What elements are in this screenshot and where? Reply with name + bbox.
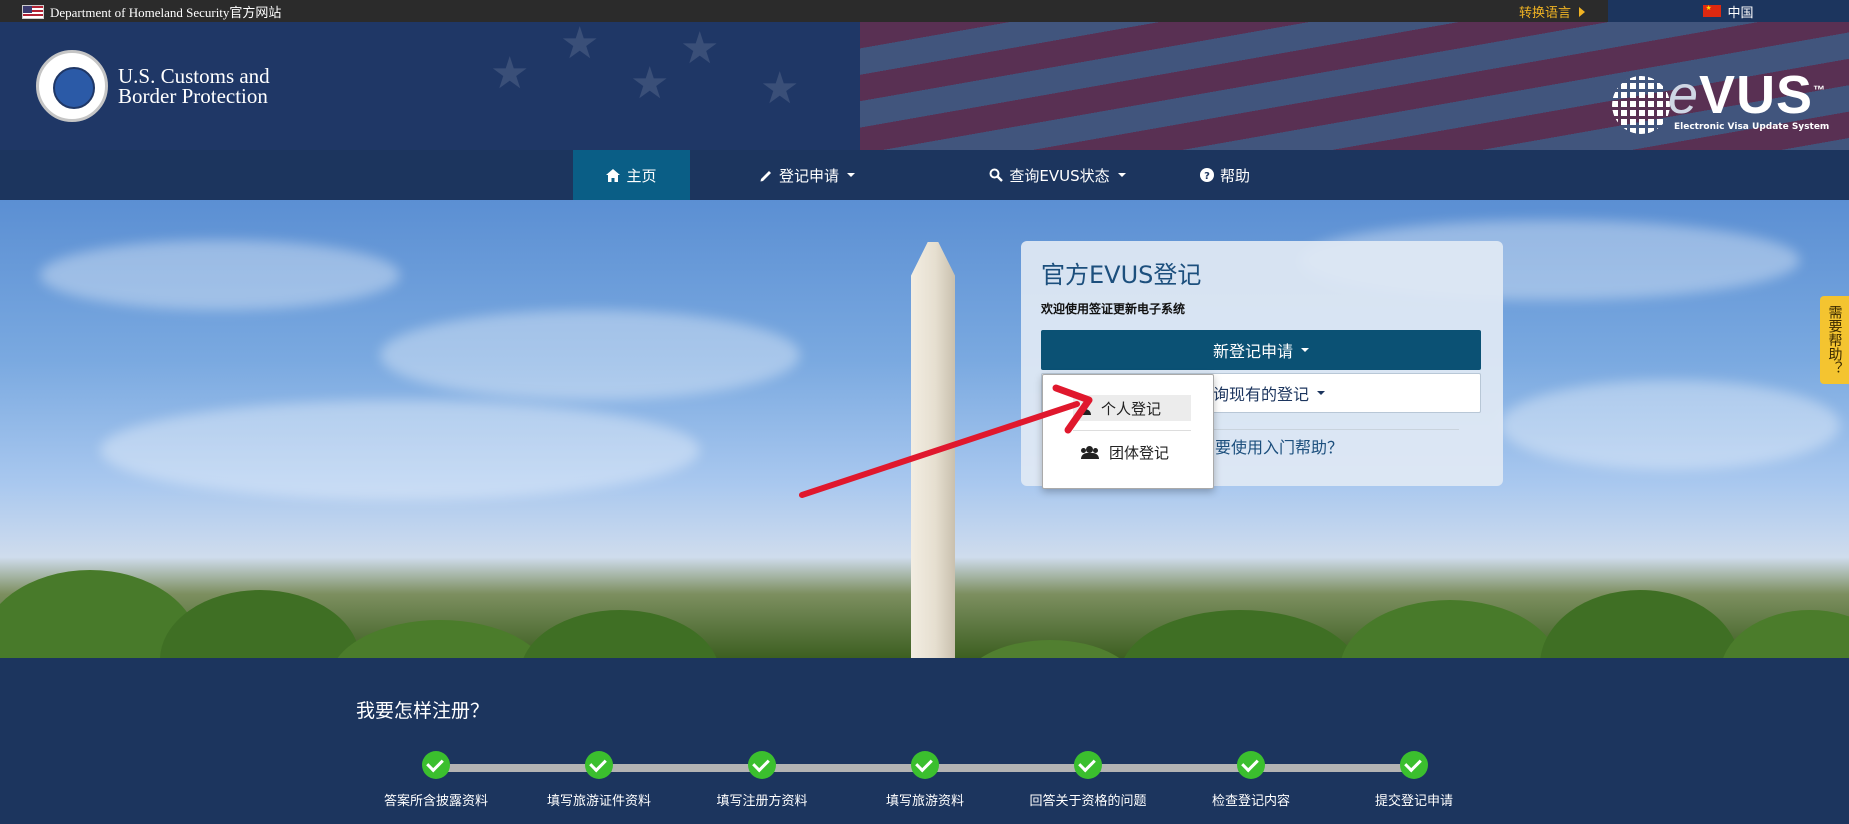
caret-down-icon [1317,391,1325,395]
evus-logo[interactable]: eVUS™ Electronic Visa Update System [1612,65,1829,150]
step-label: 答案所含披露资料 [383,794,488,809]
agency-line-1: U.S. Customs and [118,64,270,88]
step-item: 提交登记申请 [1324,751,1504,809]
dropdown-divider [1073,430,1191,431]
current-language: 中国 [1727,5,1754,21]
tree-line [0,530,1849,658]
individual-enrollment-option[interactable]: 个人登记 [1073,395,1191,421]
step-label: 检查登记内容 [1211,794,1290,809]
check-circle-icon [1400,751,1428,779]
main-nav: 主页 登记申请 查询EVUS状态 ? 帮助 [0,150,1849,200]
caret-down-icon [1301,348,1309,352]
step-label: 回答关于资格的问题 [1029,794,1147,809]
check-circle-icon [911,751,939,779]
check-circle-icon [748,751,776,779]
agency-line-2: Border Protection [118,84,268,108]
nav-enrollment[interactable]: 登记申请 [740,150,875,200]
step-label: 填写注册方资料 [716,794,808,809]
check-circle-icon [422,751,450,779]
caret-down-icon [847,173,855,177]
check-circle-icon [1237,751,1265,779]
step-item: 检查登记内容 [1161,751,1341,809]
step-item: 回答关于资格的问题 [998,751,1178,809]
site-header: ★ ★ ★ ★ ★ U.S. Customs and Border Protec… [0,22,1849,150]
dhs-official-site[interactable]: Department of Homeland Security官方网站 [22,2,281,21]
switch-language-link[interactable]: 转换语言 [1519,2,1586,21]
check-circle-icon [585,751,613,779]
group-enrollment-option[interactable]: 团体登记 [1073,439,1191,465]
top-utility-bar: Department of Homeland Security官方网站 转换语言… [0,0,1849,22]
step-item: 填写旅游资料 [835,751,1015,809]
caret-down-icon [1117,173,1126,177]
step-item: 填写注册方资料 [672,751,852,809]
search-icon [989,168,1004,182]
china-flag-icon [1703,5,1722,17]
need-help-tab[interactable]: 需要帮助？ [1820,296,1849,384]
evus-wordmark: eVUS™ [1668,65,1827,125]
question-circle-icon: ? [1199,168,1214,182]
new-enrollment-button[interactable]: 新登记申请 [1041,330,1481,370]
cbp-logo-text[interactable]: U.S. Customs and Border Protection [118,64,270,108]
evus-globe-icon [1612,76,1670,134]
nav-check-status[interactable]: 查询EVUS状态 [970,150,1145,200]
step-label: 填写旅游资料 [885,794,964,809]
getting-started-help-link[interactable]: 需要使用入门帮助？ [1199,434,1343,458]
star-decoration: ★ ★ ★ ★ ★ [490,22,800,114]
card-subtitle: 欢迎使用签证更新电子系统 [1041,302,1186,316]
step-item: 填写旅游证件资料 [509,751,689,809]
hero-banner-image [0,200,1849,658]
switch-language-label: 转换语言 [1519,6,1572,21]
svg-text:?: ? [1204,171,1210,182]
us-flag-icon [22,4,44,19]
language-selector[interactable]: 中国 [1608,0,1849,22]
pencil-icon [760,170,771,181]
caret-right-icon [1579,6,1586,17]
how-to-title: 我要怎样注册？ [356,700,490,722]
user-icon [1079,401,1091,415]
divider [1193,429,1459,430]
check-circle-icon [1074,751,1102,779]
nav-home[interactable]: 主页 [573,150,690,200]
home-icon [606,168,621,182]
step-label: 填写旅游证件资料 [546,794,651,809]
evus-tagline: Electronic Visa Update System [1674,122,1830,132]
card-title: 官方EVUS登记 [1041,261,1202,289]
step-item: 答案所含披露资料 [346,751,526,809]
how-to-enroll-section: 我要怎样注册？ 答案所含披露资料 填写旅游证件资料 填写注册方资料 填写旅游资料… [0,658,1849,824]
nav-help[interactable]: ? 帮助 [1180,150,1270,200]
dhs-seal-logo[interactable] [36,50,108,122]
users-icon [1081,445,1099,459]
new-enrollment-dropdown: 个人登记 团体登记 [1042,374,1214,489]
step-label: 提交登记申请 [1374,794,1453,809]
dhs-label: Department of Homeland Security官方网站 [50,5,282,20]
